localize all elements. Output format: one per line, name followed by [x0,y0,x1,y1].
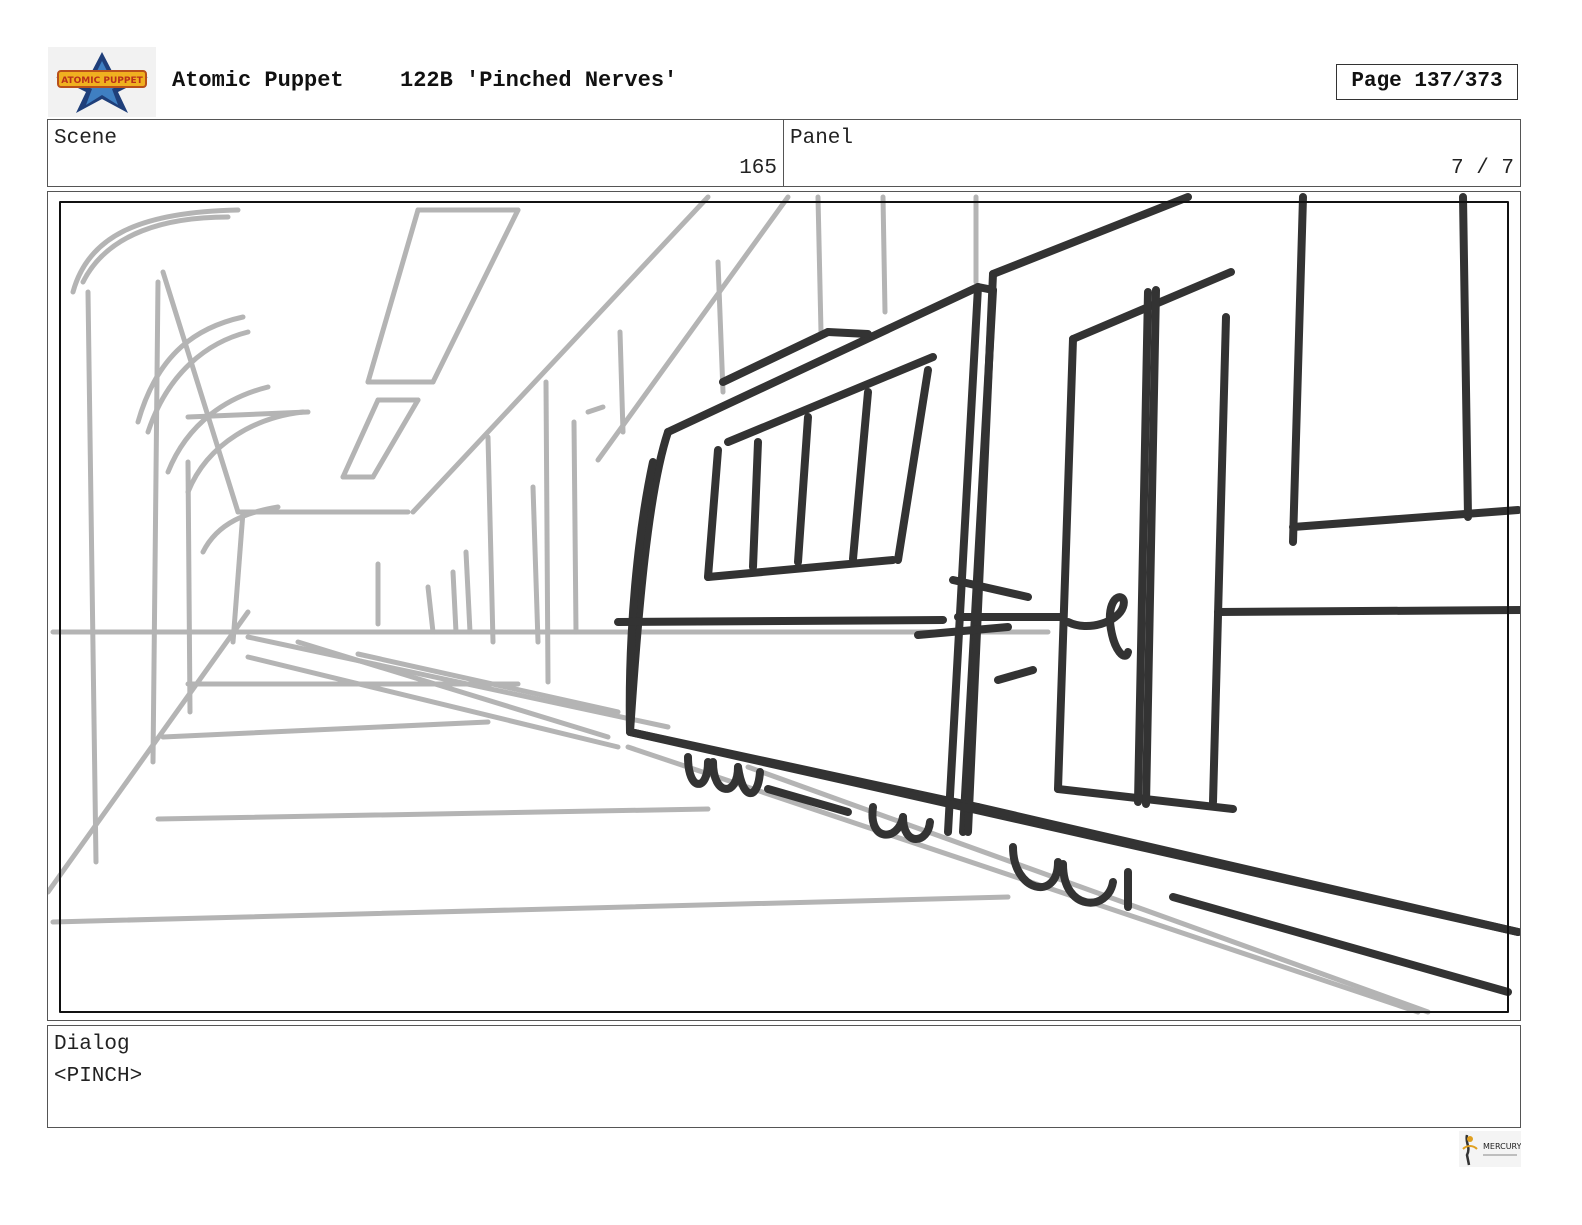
atomic-puppet-logo-image: ATOMIC PUPPET [48,47,156,117]
page-number: Page 137/373 [1336,64,1518,100]
scene-cell: Scene 165 [48,120,784,186]
mercury-logo: MERCURY [1459,1131,1522,1167]
dialog-text: <PINCH> [54,1065,143,1088]
panel-cell: Panel 7 / 7 [784,120,1520,186]
svg-text:MERCURY: MERCURY [1483,1142,1521,1151]
panel-inner-frame [59,201,1509,1013]
show-logo: ATOMIC PUPPET [48,47,156,117]
train-sketch [614,193,1520,996]
scene-number: 165 [739,157,777,180]
storyboard-panel [47,191,1521,1021]
scene-label: Scene [54,127,118,150]
dialog-label: Dialog [54,1033,130,1056]
show-title: Atomic Puppet [172,68,344,93]
panel-number: 7 / 7 [1450,157,1514,180]
episode-title: 122B 'Pinched Nerves' [400,68,678,93]
panel-label: Panel [790,127,854,150]
dialog-section: Dialog <PINCH> [47,1025,1521,1128]
svg-text:ATOMIC PUPPET: ATOMIC PUPPET [61,76,143,86]
train-station-sketch [48,193,1520,1015]
scene-panel-info: Scene 165 Panel 7 / 7 [47,119,1521,187]
mercury-logo-image: MERCURY [1459,1131,1522,1167]
